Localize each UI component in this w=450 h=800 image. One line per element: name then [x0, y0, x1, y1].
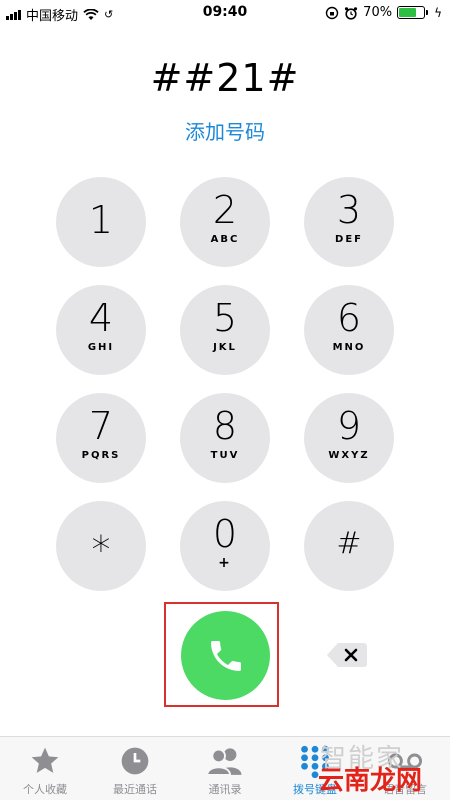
- contacts-icon: [206, 748, 242, 776]
- key-1[interactable]: 1: [56, 177, 146, 267]
- key-digit: 7: [88, 404, 114, 448]
- key-digit: 6: [336, 296, 362, 340]
- key-hash[interactable]: #: [304, 501, 394, 591]
- key-5[interactable]: 5 JKL: [180, 285, 270, 375]
- key-digit: 0: [212, 512, 238, 556]
- key-digit: 1: [88, 198, 114, 242]
- keypad-icon: [301, 745, 329, 778]
- status-bar: 中国移动 ↺ 09:40 70% ϟ: [0, 0, 450, 26]
- key-letters: TUV: [210, 450, 240, 461]
- key-letters: DEF: [335, 234, 363, 245]
- key-digit: #: [336, 526, 362, 561]
- key-digit: *: [91, 528, 111, 572]
- key-digit: 8: [212, 404, 238, 448]
- delete-button[interactable]: [326, 641, 368, 669]
- key-letters: PQRS: [81, 450, 121, 461]
- key-4[interactable]: 4 GHI: [56, 285, 146, 375]
- key-7[interactable]: 7 PQRS: [56, 393, 146, 483]
- key-letters: JKL: [213, 342, 237, 353]
- charging-icon: ϟ: [434, 5, 442, 20]
- tab-label: 个人收藏: [23, 783, 67, 796]
- key-star[interactable]: *: [56, 501, 146, 591]
- tab-label: 语音留言: [383, 783, 427, 796]
- key-9[interactable]: 9 WXYZ: [304, 393, 394, 483]
- battery-icon: [397, 6, 429, 19]
- tab-recents[interactable]: 最近通话: [90, 743, 180, 797]
- key-letters: GHI: [87, 342, 115, 353]
- key-letters: +: [218, 555, 232, 571]
- tab-label: 最近通话: [113, 783, 157, 796]
- key-0[interactable]: 0 +: [180, 501, 270, 591]
- key-letters: ABC: [210, 234, 240, 245]
- key-6[interactable]: 6 MNO: [304, 285, 394, 375]
- tab-bar: 个人收藏 最近通话 通讯录 拨号键盘 语音留言: [0, 736, 450, 800]
- key-8[interactable]: 8 TUV: [180, 393, 270, 483]
- add-number-link[interactable]: 添加号码: [0, 116, 450, 145]
- key-2[interactable]: 2 ABC: [180, 177, 270, 267]
- call-button[interactable]: [181, 611, 270, 700]
- key-letters: MNO: [332, 342, 366, 353]
- key-digit: 3: [336, 188, 362, 232]
- key-letters: WXYZ: [328, 450, 370, 461]
- key-digit: 4: [88, 296, 114, 340]
- star-icon: [31, 747, 59, 773]
- battery-percent: 70%: [363, 5, 393, 20]
- tab-label: 拨号键盘: [293, 783, 337, 796]
- voicemail-icon: [387, 753, 423, 769]
- alarm-icon: [345, 6, 358, 20]
- clock-icon: [121, 747, 149, 775]
- dialed-number: ##21#: [150, 56, 300, 100]
- tab-favorites[interactable]: 个人收藏: [0, 743, 90, 797]
- phone-icon: [210, 640, 241, 671]
- key-3[interactable]: 3 DEF: [304, 177, 394, 267]
- rotation-lock-icon: [325, 6, 339, 19]
- tab-contacts[interactable]: 通讯录: [180, 743, 270, 797]
- tab-keypad[interactable]: 拨号键盘: [270, 743, 360, 797]
- tab-label: 通讯录: [208, 783, 242, 796]
- key-digit: 2: [212, 188, 238, 232]
- key-digit: 5: [212, 296, 238, 340]
- backspace-icon: [327, 643, 367, 667]
- battery-fill: [399, 8, 416, 17]
- status-right: 70% ϟ: [325, 5, 442, 20]
- tab-voicemail[interactable]: 语音留言: [360, 743, 450, 797]
- key-digit: 9: [336, 404, 362, 448]
